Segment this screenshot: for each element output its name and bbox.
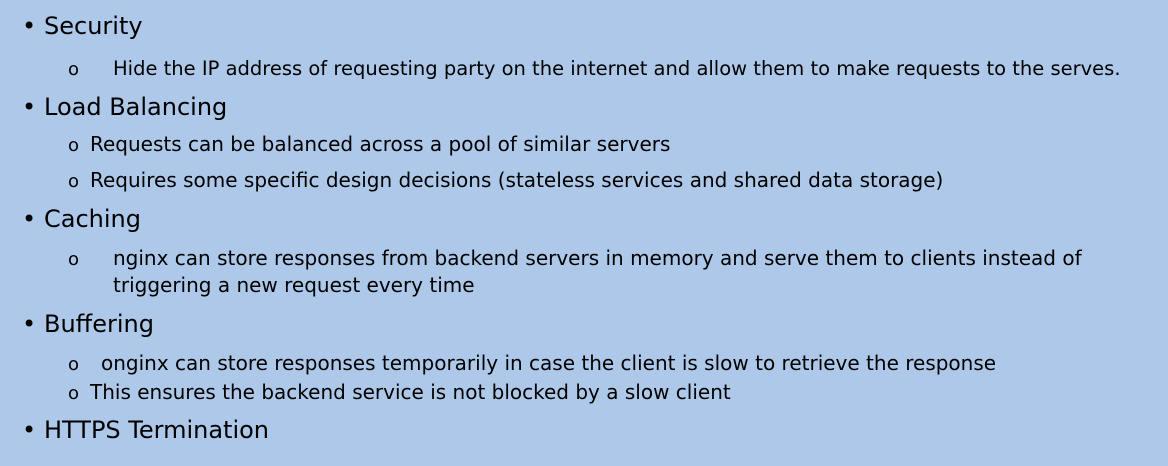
caching-item-line-2: triggering a new request every time <box>113 273 475 297</box>
circle-bullet-icon: o <box>68 135 80 156</box>
caching-item-line-1: nginx can store responses from backend s… <box>113 246 1082 270</box>
heading-caching: Caching <box>44 205 141 233</box>
buffering-item-2: This ensures the backend service is not … <box>90 380 731 404</box>
heading-https-termination: HTTPS Termination <box>44 416 270 444</box>
bullet-dot-icon: • <box>22 93 37 121</box>
heading-buffering: Buffering <box>44 310 154 338</box>
buffering-item-1: onginx can store responses temporarily i… <box>101 351 997 375</box>
circle-bullet-icon: o <box>68 354 80 375</box>
load-balancing-item-1: Requests can be balanced across a pool o… <box>90 132 671 156</box>
circle-bullet-icon: o <box>68 59 80 80</box>
bullet-dot-icon: • <box>22 205 37 233</box>
load-balancing-item-2: Requires some specific design decisions … <box>90 168 944 192</box>
bullet-dot-icon: • <box>22 310 37 338</box>
bullet-dot-icon: • <box>22 416 37 444</box>
slide: • Security o Hide the IP address of requ… <box>0 0 1168 466</box>
heading-security: Security <box>44 12 143 40</box>
circle-bullet-icon: o <box>68 171 80 192</box>
circle-bullet-icon: o <box>68 383 80 404</box>
security-item-1: Hide the IP address of requesting party … <box>113 57 1121 80</box>
circle-bullet-icon: o <box>68 249 80 270</box>
heading-load-balancing: Load Balancing <box>44 93 228 121</box>
bullet-dot-icon: • <box>22 12 37 40</box>
